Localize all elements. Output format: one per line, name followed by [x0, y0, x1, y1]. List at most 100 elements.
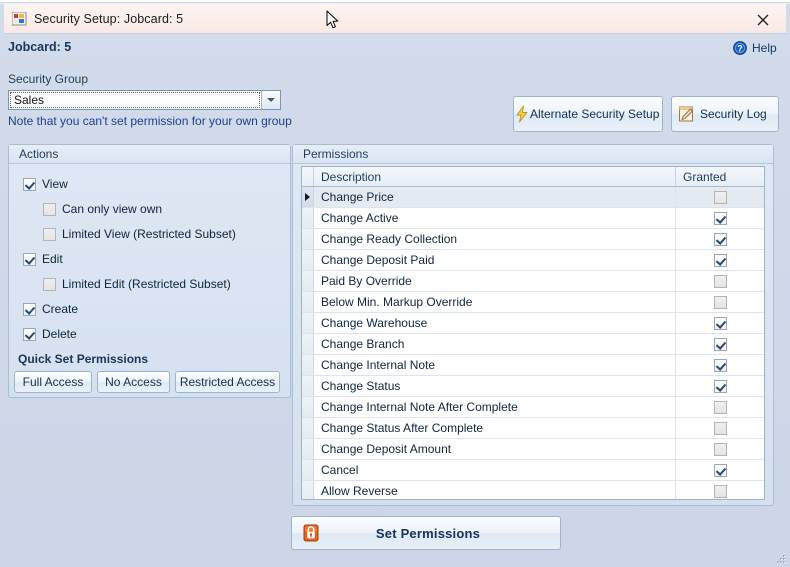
row-indicator[interactable] — [302, 460, 314, 480]
granted-checkbox[interactable] — [713, 253, 727, 267]
row-indicator[interactable] — [302, 397, 314, 417]
row-indicator[interactable] — [302, 229, 314, 249]
permission-granted-cell[interactable] — [676, 439, 764, 459]
checkbox-delete[interactable]: Delete — [23, 327, 77, 341]
column-header-granted[interactable]: Granted — [676, 167, 764, 186]
security-group-note: Note that you can't set permission for y… — [8, 114, 292, 128]
granted-checkbox[interactable] — [713, 421, 727, 435]
permissions-grid[interactable]: Description Granted Change Price Change A… — [301, 166, 765, 500]
row-indicator[interactable] — [302, 292, 314, 312]
table-row[interactable]: Paid By Override — [302, 271, 764, 292]
row-indicator[interactable] — [302, 376, 314, 396]
row-indicator-arrow-icon[interactable] — [302, 187, 314, 207]
full-access-button[interactable]: Full Access — [14, 371, 92, 393]
checkbox-box[interactable] — [43, 202, 56, 216]
table-row[interactable]: Cancel — [302, 460, 764, 481]
set-permissions-button[interactable]: Set Permissions — [291, 516, 561, 550]
checkbox-box[interactable] — [43, 227, 56, 241]
permission-granted-cell[interactable] — [676, 313, 764, 333]
table-row[interactable]: Change Internal Note After Complete — [302, 397, 764, 418]
table-row[interactable]: Below Min. Markup Override — [302, 292, 764, 313]
checkbox-box[interactable] — [23, 252, 36, 266]
chevron-down-icon[interactable] — [261, 91, 280, 109]
table-row[interactable]: Change Deposit Paid — [302, 250, 764, 271]
window-title: Security Setup: Jobcard: 5 — [34, 12, 184, 26]
security-setup-dialog: Security Setup: Jobcard: 5 Jobcard: 5 ? … — [0, 0, 790, 567]
row-indicator[interactable] — [302, 481, 314, 499]
permission-granted-cell[interactable] — [676, 334, 764, 354]
table-row[interactable]: Change Active — [302, 208, 764, 229]
permission-granted-cell[interactable] — [676, 481, 764, 499]
permission-granted-cell[interactable] — [676, 229, 764, 249]
checkbox-view[interactable]: View — [23, 177, 68, 191]
granted-checkbox[interactable] — [713, 274, 727, 288]
security-group-label: Security Group — [8, 72, 89, 86]
granted-checkbox[interactable] — [713, 358, 727, 372]
close-button[interactable] — [750, 8, 776, 30]
table-row[interactable]: Change Price — [302, 187, 764, 208]
checkbox-create[interactable]: Create — [23, 302, 78, 316]
table-row[interactable]: Change Ready Collection — [302, 229, 764, 250]
checkbox-limited-view[interactable]: Limited View (Restricted Subset) — [43, 227, 236, 241]
permission-granted-cell[interactable] — [676, 376, 764, 396]
granted-checkbox[interactable] — [713, 484, 727, 498]
table-row[interactable]: Change Warehouse — [302, 313, 764, 334]
permission-description: Change Price — [314, 187, 676, 207]
checkbox-label: Create — [42, 302, 79, 316]
granted-checkbox[interactable] — [713, 400, 727, 414]
row-indicator[interactable] — [302, 439, 314, 459]
security-log-button[interactable]: Security Log — [671, 96, 779, 132]
lock-icon — [292, 523, 330, 543]
permission-granted-cell[interactable] — [676, 460, 764, 480]
granted-checkbox[interactable] — [713, 463, 727, 477]
row-indicator[interactable] — [302, 355, 314, 375]
row-indicator[interactable] — [302, 208, 314, 228]
restricted-access-button[interactable]: Restricted Access — [175, 371, 280, 393]
permission-description: Change Branch — [314, 334, 676, 354]
table-row[interactable]: Change Deposit Amount — [302, 439, 764, 460]
checkbox-box[interactable] — [23, 177, 36, 191]
table-row[interactable]: Change Status After Complete — [302, 418, 764, 439]
granted-checkbox[interactable] — [713, 337, 727, 351]
permission-granted-cell[interactable] — [676, 397, 764, 417]
checkbox-box[interactable] — [23, 327, 36, 341]
security-group-select[interactable]: Sales — [8, 90, 281, 110]
granted-checkbox[interactable] — [713, 442, 727, 456]
permission-granted-cell[interactable] — [676, 271, 764, 291]
row-indicator[interactable] — [302, 313, 314, 333]
checkbox-box[interactable] — [23, 302, 36, 316]
help-link[interactable]: Help — [752, 41, 777, 55]
checkbox-edit[interactable]: Edit — [23, 252, 63, 266]
table-row[interactable]: Change Status — [302, 376, 764, 397]
granted-checkbox[interactable] — [713, 295, 727, 309]
svg-text:?: ? — [737, 43, 743, 53]
granted-checkbox[interactable] — [713, 379, 727, 393]
granted-checkbox[interactable] — [713, 316, 727, 330]
permission-granted-cell[interactable] — [676, 208, 764, 228]
row-indicator[interactable] — [302, 271, 314, 291]
table-row[interactable]: Allow Reverse — [302, 481, 764, 499]
security-group-value[interactable]: Sales — [10, 92, 260, 108]
permission-granted-cell[interactable] — [676, 355, 764, 375]
alternate-security-setup-button[interactable]: Alternate Security Setup — [513, 96, 663, 132]
granted-checkbox[interactable] — [713, 211, 727, 225]
help-question-icon[interactable]: ? — [733, 41, 747, 55]
permission-granted-cell[interactable] — [676, 292, 764, 312]
row-indicator[interactable] — [302, 418, 314, 438]
no-access-button[interactable]: No Access — [97, 371, 170, 393]
checkbox-can-only-view-own[interactable]: Can only view own — [43, 202, 162, 216]
resize-grip[interactable] — [775, 552, 787, 564]
table-row[interactable]: Change Internal Note — [302, 355, 764, 376]
checkbox-limited-edit[interactable]: Limited Edit (Restricted Subset) — [43, 277, 231, 291]
permission-granted-cell[interactable] — [676, 250, 764, 270]
checkbox-box[interactable] — [43, 277, 56, 291]
table-row[interactable]: Change Branch — [302, 334, 764, 355]
column-header-description[interactable]: Description — [314, 167, 676, 186]
permission-granted-cell[interactable] — [676, 418, 764, 438]
granted-checkbox[interactable] — [713, 190, 727, 204]
row-indicator[interactable] — [302, 334, 314, 354]
mouse-cursor — [326, 10, 340, 30]
granted-checkbox[interactable] — [713, 232, 727, 246]
row-indicator[interactable] — [302, 250, 314, 270]
permission-granted-cell[interactable] — [676, 187, 764, 207]
